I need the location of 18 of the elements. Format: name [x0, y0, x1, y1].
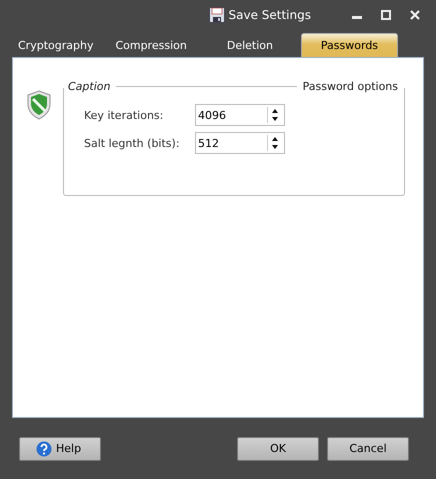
help-icon [36, 440, 52, 456]
tab[interactable]: Compression [107, 33, 195, 57]
maximize-icon[interactable] [381, 10, 391, 20]
field-label: Key iterations: [84, 108, 164, 122]
group-caption: Caption [67, 80, 110, 93]
group-title: Password options [302, 80, 399, 93]
field-label: Salt legnth (bits): [84, 136, 181, 150]
tab[interactable]: Passwords [300, 33, 398, 57]
number-spinner[interactable]: 4096 [195, 104, 285, 126]
close-icon[interactable] [410, 10, 420, 20]
tab[interactable]: Deletion [218, 33, 281, 57]
help-button[interactable]: Help [19, 436, 101, 460]
cancel-button[interactable]: Cancel [327, 436, 409, 460]
number-spinner[interactable]: 512 [195, 132, 285, 154]
shield-icon [27, 90, 51, 120]
save-settings-button[interactable]: Save Settings [208, 7, 311, 23]
tab[interactable]: Cryptography [10, 33, 102, 57]
ok-button[interactable]: OK [237, 436, 319, 460]
